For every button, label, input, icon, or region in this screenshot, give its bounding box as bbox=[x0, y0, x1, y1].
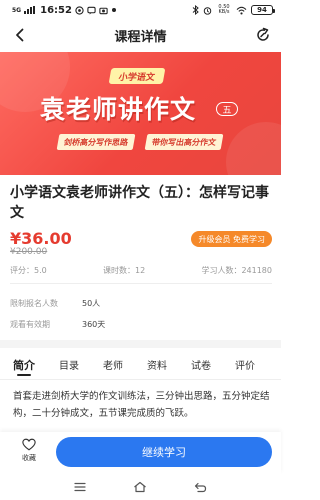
system-nav-bar bbox=[0, 474, 281, 500]
banner-subject-tag: 小学语文 bbox=[108, 68, 166, 84]
lessons-stat: 课时数：12 bbox=[103, 266, 146, 275]
current-price: ¥36.00 bbox=[10, 229, 72, 248]
validity-value: 360天 bbox=[82, 320, 106, 329]
page-title: 课程详情 bbox=[114, 29, 167, 45]
status-right: 0.50 KB/s 94 bbox=[192, 4, 275, 15]
banner-slogan-1: 剑桥高分写作思路 bbox=[56, 134, 136, 150]
enroll-limit-label: 限制报名人数 bbox=[10, 299, 58, 308]
network-type-label: 5G bbox=[12, 6, 22, 14]
course-intro-text: 首套走进剑桥大学的作文训练法，三分钟出思路，五分钟定结构，二十分钟成文，五节课完… bbox=[13, 391, 270, 419]
bottom-action-bar: 收藏 继续学习 bbox=[0, 432, 281, 474]
bluetooth-icon bbox=[192, 5, 199, 15]
message-icon bbox=[87, 6, 96, 15]
home-icon[interactable] bbox=[130, 477, 150, 497]
share-icon[interactable] bbox=[253, 25, 273, 45]
tab-catalog[interactable]: 目录 bbox=[59, 350, 79, 380]
tab-materials[interactable]: 资料 bbox=[147, 350, 167, 380]
validity-label: 观看有效期 bbox=[10, 320, 50, 329]
continue-learning-button[interactable]: 继续学习 bbox=[56, 437, 272, 467]
heart-icon bbox=[22, 438, 36, 451]
learners-stat: 学习人数：241180 bbox=[201, 266, 272, 275]
banner-decoration bbox=[226, 122, 281, 175]
course-title: 小学语文袁老师讲作文（五）：怎样写记事文 bbox=[10, 185, 269, 221]
more-dots-icon bbox=[111, 8, 116, 12]
battery-level: 94 bbox=[257, 6, 267, 14]
battery-icon: 94 bbox=[251, 5, 275, 15]
price-row: ¥36.00 ¥200.00 升级会员 免费学习 bbox=[10, 229, 272, 259]
network-speed: 0.50 KB/s bbox=[218, 4, 230, 15]
status-time: 16:52 bbox=[40, 4, 72, 16]
section-gap bbox=[0, 340, 281, 348]
original-price: ¥200.00 bbox=[10, 247, 48, 257]
banner-volume-badge: 五 bbox=[216, 102, 238, 116]
wifi-icon bbox=[236, 6, 247, 15]
banner-slogan-2: 带你写出高分作文 bbox=[144, 134, 224, 150]
status-left: 5G 16:52 bbox=[12, 5, 117, 16]
tab-intro[interactable]: 简介 bbox=[13, 350, 35, 380]
detail-tabs: 简介 目录 老师 资料 试卷 评价 bbox=[0, 350, 281, 380]
alarm-icon bbox=[203, 6, 212, 15]
upgrade-vip-button[interactable]: 升级会员 免费学习 bbox=[191, 231, 272, 247]
tab-exams[interactable]: 试卷 bbox=[191, 350, 211, 380]
app-header: 课程详情 bbox=[0, 22, 281, 48]
rating-stat: 评分：5.0 bbox=[10, 266, 47, 275]
tab-reviews[interactable]: 评价 bbox=[235, 350, 255, 380]
tab-teacher[interactable]: 老师 bbox=[103, 350, 123, 380]
status-bar: 5G 16:52 0.50 KB/s 94 bbox=[0, 0, 281, 20]
favorite-button[interactable]: 收藏 bbox=[14, 438, 44, 463]
camera-icon bbox=[99, 7, 108, 14]
signal-icon bbox=[24, 6, 36, 14]
back-icon[interactable] bbox=[10, 25, 30, 45]
back-nav-icon[interactable] bbox=[191, 477, 211, 497]
divider bbox=[10, 283, 272, 284]
menu-icon[interactable] bbox=[70, 477, 90, 497]
enroll-limit-value: 50人 bbox=[82, 299, 101, 308]
notification-icons bbox=[75, 5, 117, 15]
course-stats: 评分：5.0 课时数：12 学习人数：241180 bbox=[10, 265, 272, 276]
banner-title: 袁老师讲作文 bbox=[40, 95, 197, 124]
notification-icon bbox=[75, 5, 84, 15]
favorite-label: 收藏 bbox=[22, 454, 36, 462]
course-banner: 小学语文 袁老师讲作文 五 剑桥高分写作思路 带你写出高分作文 bbox=[0, 52, 281, 175]
